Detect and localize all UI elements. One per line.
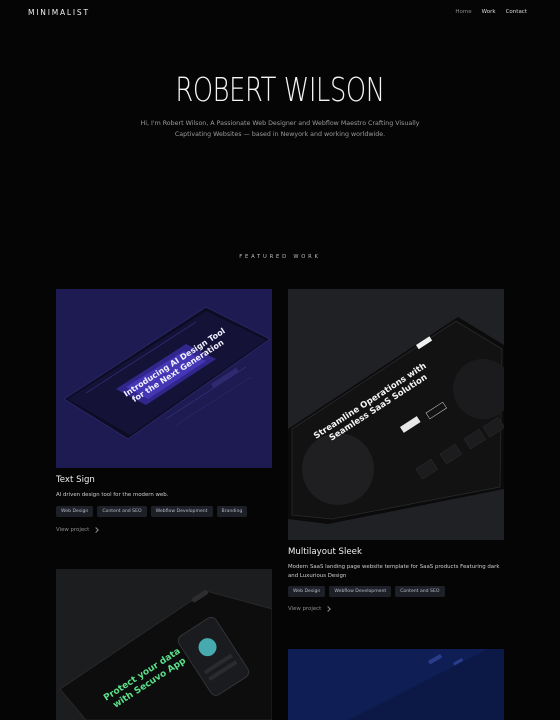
project-image-4[interactable]	[288, 649, 504, 720]
project-tags: Web Design Content and SEO Webflow Devel…	[56, 506, 248, 517]
tag[interactable]: Branding	[216, 506, 248, 517]
tag[interactable]: Content and SEO	[97, 506, 147, 517]
view-project-label: View project	[56, 527, 90, 533]
site-logo[interactable]: MINIMALIST	[28, 8, 90, 17]
project-description: AI driven design tool for the modern web…	[56, 492, 169, 498]
nav-link-contact[interactable]: Contact	[506, 9, 527, 15]
mockup-illustration: Streamline Operations with Seamless SaaS…	[288, 317, 504, 524]
nav-links: Home Work Contact	[455, 9, 527, 15]
view-project-link[interactable]: View project	[56, 527, 100, 533]
tag[interactable]: Web Design	[288, 586, 326, 597]
tag[interactable]: Webflow Development	[150, 506, 213, 517]
project-tags: Web Design Webflow Development Content a…	[288, 586, 445, 597]
project-image-text-sign[interactable]: Introducing AI Design Tool for the Next …	[56, 289, 272, 468]
chevron-right-icon	[325, 606, 332, 612]
project-title[interactable]: Multilayout Sleek	[288, 547, 362, 557]
nav-link-work[interactable]: Work	[482, 9, 496, 15]
nav-link-home[interactable]: Home	[455, 9, 471, 15]
mockup-illustration	[348, 649, 504, 720]
hero-subtitle: Hi, I'm Robert Wilson, A Passionate Web …	[140, 120, 420, 138]
mockup-illustration: Protect your data with Secuvo App	[59, 589, 272, 720]
chevron-right-icon	[93, 527, 100, 533]
project-image-secuvo[interactable]: Protect your data with Secuvo App	[56, 569, 272, 720]
top-nav: MINIMALIST Home Work Contact	[0, 0, 560, 26]
mockup-illustration: Introducing AI Design Tool for the Next …	[63, 306, 271, 440]
view-project-link[interactable]: View project	[288, 606, 332, 612]
featured-work-label: FEATURED WORK	[239, 254, 321, 260]
project-title[interactable]: Text Sign	[56, 475, 95, 485]
view-project-label: View project	[288, 606, 322, 612]
project-image-multilayout-sleek[interactable]: Streamline Operations with Seamless SaaS…	[288, 289, 504, 540]
tag[interactable]: Content and SEO	[395, 586, 445, 597]
project-description: Modern SaaS landing page website templat…	[288, 564, 500, 579]
tag[interactable]: Webflow Development	[329, 586, 392, 597]
tag[interactable]: Web Design	[56, 506, 94, 517]
hero-title: ROBERT WILSON	[175, 70, 385, 109]
